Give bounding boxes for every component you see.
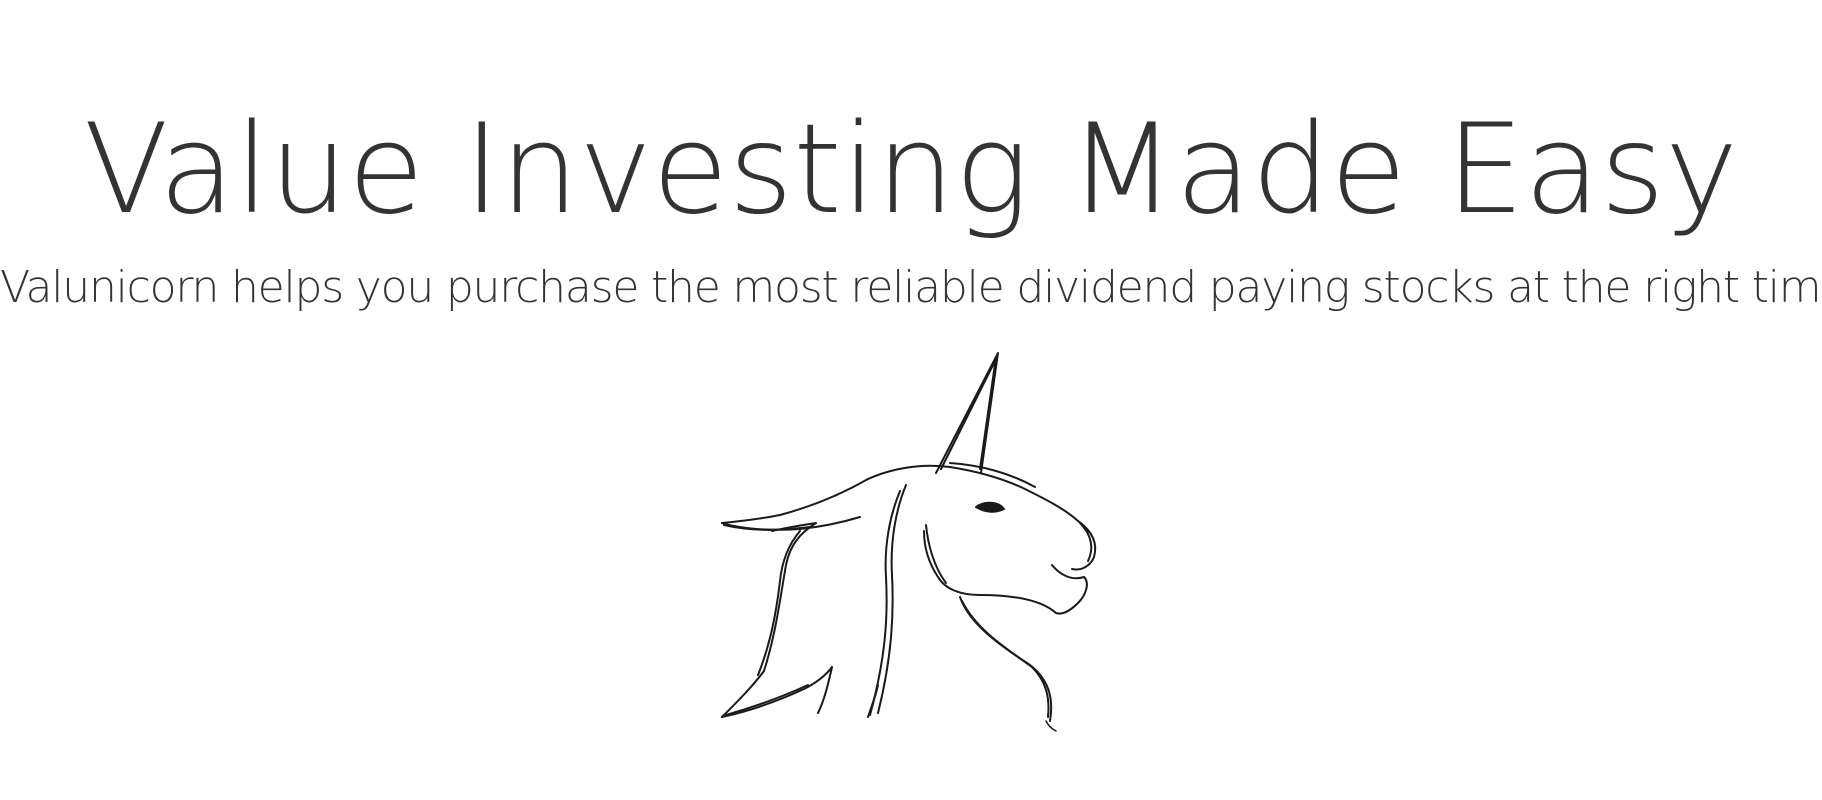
unicorn-logo — [700, 345, 1130, 765]
hero-section: Value Investing Made Easy Valunicorn hel… — [0, 0, 1822, 800]
page-title: Value Investing Made Easy — [83, 98, 1739, 242]
page-subtitle: Valunicorn helps you purchase the most r… — [0, 262, 1822, 313]
unicorn-sketch-icon — [721, 352, 1097, 732]
